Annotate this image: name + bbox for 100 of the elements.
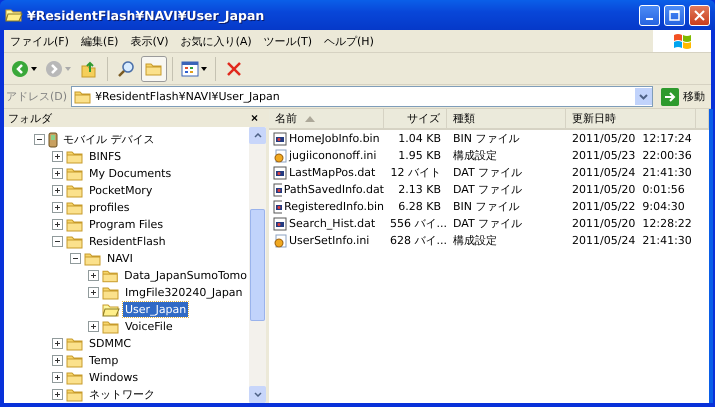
plus-icon	[54, 170, 61, 177]
chevron-down-icon	[639, 94, 648, 100]
folder-icon	[102, 268, 120, 282]
column-header[interactable]: 名前	[269, 109, 384, 128]
tree-item[interactable]: NAVI	[105, 251, 135, 266]
menu-item[interactable]: お気に入り(A)	[174, 34, 258, 48]
column-header[interactable]: 種類	[447, 109, 566, 128]
file-name-cell[interactable]: UserSetInfo.ini	[269, 234, 384, 248]
folder-icon	[66, 166, 84, 180]
size-cell-text: 6.28 KB	[397, 200, 442, 213]
folder-icon	[102, 286, 120, 300]
dropdown-button[interactable]	[635, 88, 652, 105]
search-icon	[117, 60, 135, 78]
expand-toggle[interactable]	[52, 168, 63, 179]
tree-item[interactable]: BINFS	[87, 149, 124, 164]
expand-toggle[interactable]	[52, 202, 63, 213]
expand-toggle[interactable]	[52, 355, 63, 366]
close-pane-button[interactable]: ×	[246, 111, 262, 125]
minus-icon	[36, 136, 43, 143]
folders-icon	[145, 62, 163, 76]
collapse-toggle[interactable]	[52, 236, 63, 247]
size-cell-text: 1.04 KB	[397, 132, 442, 145]
file-name-cell[interactable]: jugiicononoff.ini	[269, 148, 384, 162]
expand-toggle[interactable]	[88, 270, 99, 281]
plus-icon	[54, 187, 61, 194]
size-cell-text: 12 バイト	[390, 165, 442, 180]
pane-title: フォルダ	[8, 110, 52, 126]
plus-icon	[90, 272, 97, 279]
caret-icon	[65, 66, 71, 70]
menu-item[interactable]: ヘルプ(H)	[318, 34, 380, 48]
address-field[interactable]: ¥ResidentFlash¥NAVI¥User_Japan	[71, 86, 653, 107]
expand-toggle[interactable]	[52, 151, 63, 162]
caret-icon	[201, 66, 207, 70]
column-header[interactable]: 更新日時	[566, 109, 696, 128]
tree-item[interactable]: PocketMory	[87, 183, 154, 198]
views-grid-icon	[181, 60, 199, 76]
go-button[interactable]: 移動	[657, 88, 709, 106]
column-header[interactable]: サイズ	[384, 109, 447, 128]
date-cell-text: 2011/05/20 0:01:56	[571, 183, 686, 196]
folders-button[interactable]	[141, 56, 167, 82]
date-cell-text: 2011/05/20 12:28:22	[571, 217, 693, 230]
expand-toggle[interactable]	[52, 389, 63, 400]
minimize-button[interactable]	[639, 4, 660, 26]
tree-item[interactable]: ResidentFlash	[87, 234, 168, 249]
size-cell-text: 556 バイ...	[389, 216, 447, 231]
window-title: ¥ResidentFlash¥NAVI¥User_Japan	[27, 8, 266, 22]
size-cell-text: 1.95 KB	[397, 149, 442, 162]
menu-item[interactable]: ツール(T)	[258, 34, 318, 48]
expand-toggle[interactable]	[52, 185, 63, 196]
delete-icon	[226, 60, 242, 76]
expand-toggle[interactable]	[52, 372, 63, 383]
tree-item[interactable]: ネットワーク	[87, 386, 157, 403]
expand-toggle[interactable]	[52, 219, 63, 230]
folder-icon	[66, 218, 84, 232]
maximize-button[interactable]	[664, 4, 685, 26]
tree-item[interactable]: Windows	[87, 370, 140, 385]
date-cell-text: 2011/05/22 9:04:30	[571, 200, 686, 213]
folder-icon	[66, 354, 84, 368]
tree-item[interactable]: モバイル デバイス	[61, 131, 156, 148]
collapse-toggle[interactable]	[70, 253, 81, 264]
expand-toggle[interactable]	[52, 338, 63, 349]
expand-toggle[interactable]	[88, 287, 99, 298]
file-icon	[273, 200, 282, 214]
plus-icon	[54, 153, 61, 160]
folder-icon	[66, 200, 84, 214]
plus-icon	[90, 289, 97, 296]
settings-file-icon	[273, 148, 287, 162]
folder-icon	[66, 150, 84, 164]
plus-icon	[90, 323, 97, 330]
tree-item[interactable]: SDMMC	[87, 336, 134, 351]
menu-item[interactable]: 表示(V)	[124, 34, 175, 48]
tree-item[interactable]: profiles	[87, 200, 132, 215]
expand-toggle[interactable]	[88, 321, 99, 332]
tree-item[interactable]: VoiceFile	[123, 319, 175, 334]
open-folder-icon	[102, 302, 120, 316]
tree-item[interactable]: ImgFile320240_Japan	[123, 285, 245, 300]
type-cell-text: BIN ファイル	[452, 199, 521, 214]
tree-item[interactable]: Program Files	[87, 217, 166, 232]
tree-item[interactable]: Temp	[87, 353, 120, 368]
type-cell-text: DAT ファイル	[452, 216, 524, 231]
file-name-cell[interactable]: PathSavedInfo.dat	[269, 182, 384, 196]
type-cell-text: BIN ファイル	[452, 131, 521, 146]
scrollbar[interactable]	[249, 127, 266, 403]
file-name-cell[interactable]: RegisteredInfo.bin	[269, 200, 384, 214]
tree-item[interactable]: My Documents	[87, 166, 174, 181]
menu-item[interactable]: ファイル(F)	[4, 34, 75, 48]
minus-icon	[72, 255, 79, 262]
close-button[interactable]	[689, 4, 710, 26]
file-name-cell[interactable]: HomeJobInfo.bin	[269, 132, 384, 146]
file-name-cell[interactable]: Search_Hist.dat	[269, 216, 384, 230]
type-cell-text: DAT ファイル	[452, 165, 524, 180]
tree-item[interactable]: Data_JapanSumoTomo	[122, 268, 249, 283]
menu-item[interactable]: 編集(E)	[74, 34, 124, 48]
file-icon	[273, 132, 287, 146]
plus-icon	[54, 221, 61, 228]
date-cell-text: 2011/05/23 22:00:36	[571, 149, 693, 162]
collapse-toggle[interactable]	[34, 134, 45, 145]
caret-icon	[31, 66, 37, 70]
tree-item[interactable]: User_Japan	[123, 302, 188, 317]
file-name-cell[interactable]: LastMapPos.dat	[269, 166, 384, 180]
